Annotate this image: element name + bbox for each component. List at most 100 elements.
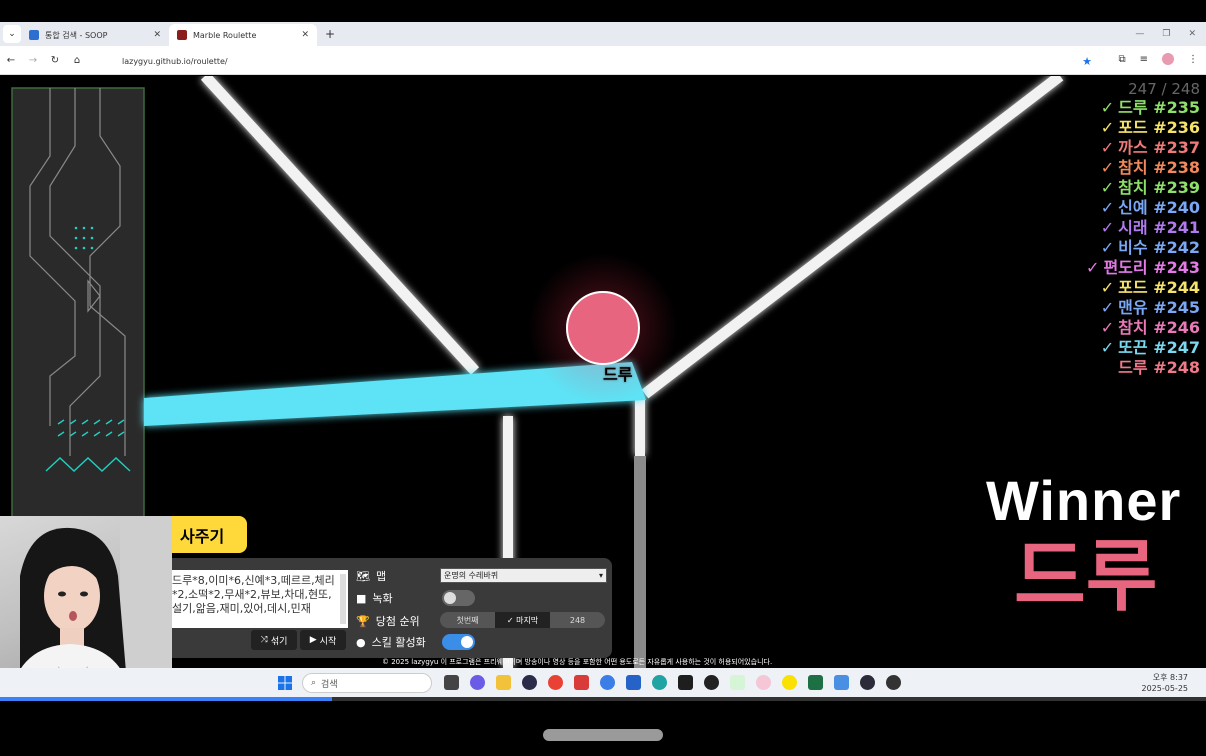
marble-ball	[566, 291, 640, 365]
shuffle-icon: ⤨	[260, 635, 268, 645]
skill-label: 스킬 활성화	[371, 636, 426, 649]
url-field[interactable]: lazygyu.github.io/roulette/ ★	[102, 53, 1104, 69]
top-black-bar	[0, 0, 1206, 22]
minimize-icon[interactable]: —	[1135, 29, 1144, 39]
skill-option: ● 스킬 활성화	[356, 634, 426, 650]
tab-soop[interactable]: 통합 검색 - SOOP ✕	[21, 24, 169, 46]
ranking-row: ✓ 맨유 #245	[1086, 298, 1200, 318]
address-bar: ← → ↻ ⌂ lazygyu.github.io/roulette/ ★ ⧉ …	[0, 46, 1206, 75]
map-option: 🗺 맵	[356, 568, 386, 584]
ranking-name: 맨유	[1118, 298, 1148, 317]
ranking-number: #243	[1153, 258, 1200, 277]
rank-last-option[interactable]: ✓ 마지막	[495, 612, 550, 628]
ranking-number: #238	[1153, 158, 1200, 177]
check-icon: ✓	[1100, 178, 1115, 197]
ranking-name: 신예	[1118, 198, 1148, 217]
taskbar-search[interactable]: ⌕ 검색	[302, 673, 432, 693]
clock-date: 2025-05-25	[1141, 684, 1189, 693]
store-icon[interactable]	[626, 675, 641, 690]
excel-icon[interactable]	[808, 675, 823, 690]
tab-title: Marble Roulette	[193, 30, 257, 40]
roulette-favicon-icon	[177, 30, 187, 40]
taskbar-clock[interactable]: 오후 8:37 2025-05-25	[1142, 672, 1189, 694]
media-icon[interactable]: ≡	[1140, 54, 1148, 65]
back-icon[interactable]: ←	[0, 55, 22, 66]
ranking-row: ✓ 포드 #244	[1086, 278, 1200, 298]
ranking-row: ✓ 드루 #235	[1086, 98, 1200, 118]
tab-title: 통합 검색 - SOOP	[45, 30, 108, 40]
play-icon: ▶	[309, 635, 317, 645]
check-icon: ✓	[1100, 278, 1115, 297]
rank-first-option[interactable]: 첫번째	[440, 612, 495, 628]
close-icon[interactable]: ✕	[301, 30, 309, 40]
marble-name-label: 드루	[603, 365, 633, 384]
ranking-list: 247 / 248 ✓ 드루 #235 ✓ 포드 #236 ✓ 까스 #237 ✓ 참치 #2…	[1086, 80, 1200, 378]
media-app-icon[interactable]	[522, 675, 537, 690]
ranking-number: #245	[1153, 298, 1200, 317]
copyright-note: © 2025 lazygyu 이 프로그램은 프리웨어이며 방송이나 영상 등을…	[382, 658, 773, 666]
home-icon[interactable]: ⌂	[66, 55, 88, 66]
player-app-icon[interactable]	[886, 675, 901, 690]
check-icon: ✓	[1100, 138, 1115, 157]
record-toggle[interactable]	[442, 590, 475, 606]
forward-icon[interactable]: →	[22, 55, 44, 66]
tab-menu-button[interactable]: ⌄	[3, 25, 21, 43]
video-progress-bar[interactable]	[0, 697, 1206, 701]
ranking-number: #241	[1153, 218, 1200, 237]
rank-number[interactable]: 248	[550, 612, 605, 628]
record-option: ■ 녹화	[356, 590, 393, 606]
file-explorer-icon[interactable]	[496, 675, 511, 690]
camera-icon: ■	[356, 591, 367, 605]
restore-icon[interactable]: ❐	[1162, 29, 1170, 39]
f-app-icon[interactable]	[730, 675, 745, 690]
ranking-name: 참치	[1118, 178, 1148, 197]
reload-icon[interactable]: ↻	[44, 55, 66, 66]
task-view-icon[interactable]	[444, 675, 459, 690]
skill-toggle[interactable]	[442, 634, 475, 650]
new-tab-button[interactable]: +	[325, 27, 335, 41]
tab-marble-roulette[interactable]: Marble Roulette ✕	[169, 24, 317, 46]
more-menu-icon[interactable]: ⋮	[1188, 54, 1198, 65]
bookmark-star-icon[interactable]: ★	[1082, 55, 1092, 68]
location-app-icon[interactable]	[600, 675, 615, 690]
bomb-icon: ●	[356, 635, 366, 649]
ranking-row: ✓ 까스 #237	[1086, 138, 1200, 158]
extensions-icon[interactable]: ⧉	[1118, 54, 1125, 65]
ranking-row: 드루 #248	[1086, 358, 1200, 378]
check-icon: ✓	[1100, 318, 1115, 337]
edge-icon[interactable]	[652, 675, 667, 690]
map-select-value: 운명의 수레바퀴	[444, 571, 499, 580]
ranking-number: #236	[1153, 118, 1200, 137]
map-select[interactable]: 운명의 수레바퀴 ▾	[440, 568, 607, 583]
home-indicator[interactable]	[543, 729, 663, 741]
profile-avatar[interactable]	[1162, 53, 1174, 65]
pink-app-icon[interactable]	[756, 675, 771, 690]
toggle-knob	[444, 592, 456, 604]
start-button[interactable]: ▶ 시작	[300, 630, 346, 650]
clock-time: 오후 8:37	[1152, 673, 1188, 682]
kakaotalk-icon[interactable]	[782, 675, 797, 690]
chrome-icon[interactable]	[548, 675, 563, 690]
windows-start-icon[interactable]	[278, 676, 292, 690]
terminal-icon[interactable]	[678, 675, 693, 690]
ranking-name: 비수	[1118, 238, 1148, 257]
shuffle-button[interactable]: ⤨ 섞기	[251, 630, 297, 650]
shuffle-label: 섞기	[270, 636, 288, 647]
notepad-icon[interactable]	[834, 675, 849, 690]
chat-icon[interactable]	[470, 675, 485, 690]
video-progress-fill	[0, 697, 332, 701]
settings-panel: 드루*8,이미*6,신예*3,떼르르,체리*2,소떡*2,무새*2,뷰보,차대,…	[172, 558, 612, 658]
game-app-icon[interactable]	[704, 675, 719, 690]
close-window-icon[interactable]: ✕	[1188, 29, 1196, 39]
close-icon[interactable]: ✕	[153, 30, 161, 40]
tab-strip: ⌄ 통합 검색 - SOOP ✕ Marble Roulette ✕ + — ❐…	[0, 22, 1206, 46]
names-textarea[interactable]: 드루*8,이미*6,신예*3,떼르르,체리*2,소떡*2,무새*2,뷰보,차대,…	[172, 570, 348, 628]
give-button[interactable]: 사주기	[172, 516, 247, 553]
rank-option: 🏆 당첨 순위	[356, 613, 420, 629]
ranking-name: 드루	[1118, 98, 1148, 117]
names-scrollbar[interactable]	[340, 574, 346, 624]
ranking-name: 포드	[1118, 118, 1148, 137]
obs-app-icon[interactable]	[860, 675, 875, 690]
ranking-name: 드루	[1118, 358, 1148, 377]
calendar-app-icon[interactable]	[574, 675, 589, 690]
